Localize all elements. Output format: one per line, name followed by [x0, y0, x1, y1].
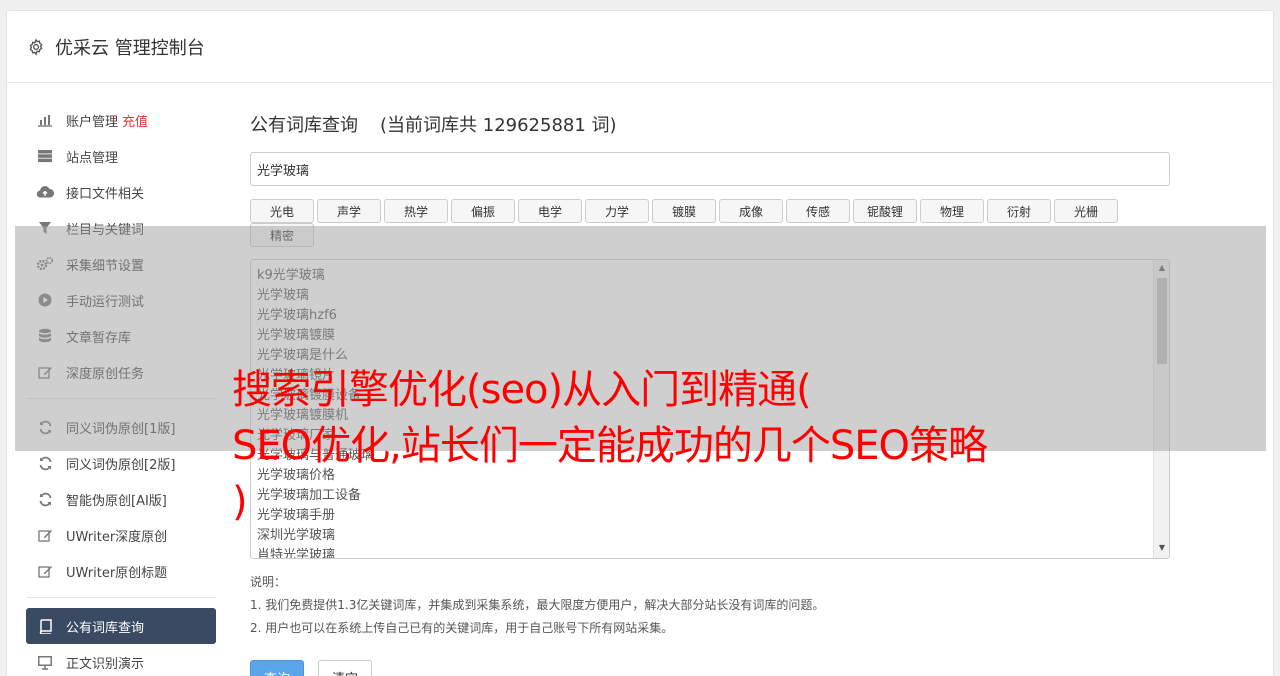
refresh-icon — [36, 490, 54, 508]
overlay-title: 搜索引擎优化(seo)从入门到精通( SEO优化,站长们一定能成功的几个SEO策… — [232, 362, 1072, 530]
sidebar-item-interface[interactable]: 接口文件相关 — [26, 174, 216, 210]
sidebar-item-label: 公有词库查询 — [66, 620, 145, 636]
sidebar-item-uwriter-deep[interactable]: UWriter深度原创 — [26, 517, 216, 553]
gear-icon — [27, 37, 45, 56]
query-button[interactable]: 查询 — [250, 660, 304, 676]
sidebar-item-label: 同义词伪原创[2版] — [66, 457, 176, 473]
sidebar-item-uwriter-title[interactable]: UWriter原创标题 — [26, 553, 216, 589]
sidebar-item-label: 智能伪原创[AI版] — [66, 493, 167, 509]
refresh-icon — [36, 454, 54, 472]
keyword-search-input[interactable] — [250, 152, 1170, 186]
sidebar-item-label: 账户管理 — [66, 114, 119, 130]
sidebar-item-text-recognition[interactable]: 正文识别演示 — [26, 644, 216, 676]
bar-chart-icon — [36, 111, 54, 129]
tag-button[interactable]: 传感 — [786, 199, 850, 223]
tag-button[interactable]: 力学 — [585, 199, 649, 223]
cloud-upload-icon — [36, 183, 54, 201]
sidebar-divider — [26, 597, 216, 598]
book-icon — [36, 617, 54, 635]
tag-button[interactable]: 声学 — [317, 199, 381, 223]
scroll-down-arrow-icon[interactable]: ▼ — [1157, 543, 1167, 555]
notes-line: 1. 我们免费提供1.3亿关键词库，并集成到采集系统，最大限度方便用户，解决大部… — [250, 598, 825, 612]
header: 优采云 管理控制台 — [7, 11, 1273, 83]
monitor-icon — [36, 653, 54, 671]
console-title: 优采云 管理控制台 — [55, 37, 205, 59]
sidebar-item-public-lexicon[interactable]: 公有词库查询 — [26, 608, 216, 644]
tag-button[interactable]: 光电 — [250, 199, 314, 223]
clear-button[interactable]: 清空 — [318, 660, 372, 676]
page-title: 公有词库查询 (当前词库共 129625881 词) — [250, 115, 617, 136]
sidebar-item-ai-rewrite[interactable]: 智能伪原创[AI版] — [26, 481, 216, 517]
edit-icon — [36, 562, 54, 580]
notes-heading: 说明： — [250, 575, 287, 589]
server-icon — [36, 147, 54, 165]
sidebar-item-sites[interactable]: 站点管理 — [26, 138, 216, 174]
sidebar-item-label: UWriter深度原创 — [66, 529, 168, 545]
overlay-line: 搜索引擎优化(seo)从入门到精通( — [232, 367, 812, 413]
overlay-line: SEO优化,站长们一定能成功的几个SEO策略 — [232, 423, 988, 469]
sidebar-item-account[interactable]: 账户管理 充值 — [26, 102, 216, 138]
notes-line: 2. 用户也可以在系统上传自己已有的关键词库，用于自己账号下所有网站采集。 — [250, 621, 674, 635]
action-buttons: 查询 清空 — [250, 660, 1170, 676]
tag-button[interactable]: 偏振 — [451, 199, 515, 223]
tag-button[interactable]: 电学 — [518, 199, 582, 223]
list-item[interactable]: 肖特光学玻璃 — [257, 546, 1163, 558]
overlay-line: ) — [232, 479, 248, 525]
lexicon-count: (当前词库共 129625881 词) — [380, 115, 617, 136]
tag-button[interactable]: 镀膜 — [652, 199, 716, 223]
sidebar-item-label: 正文识别演示 — [66, 656, 145, 672]
edit-icon — [36, 526, 54, 544]
recharge-link[interactable]: 充值 — [122, 111, 148, 130]
sidebar-item-label: 接口文件相关 — [66, 186, 145, 202]
sidebar-item-label: 站点管理 — [66, 150, 119, 166]
tag-button[interactable]: 热学 — [384, 199, 448, 223]
tag-button[interactable]: 衍射 — [987, 199, 1051, 223]
sidebar-item-label: UWriter原创标题 — [66, 565, 168, 581]
tag-button[interactable]: 成像 — [719, 199, 783, 223]
tag-button[interactable]: 光栅 — [1054, 199, 1118, 223]
tag-button[interactable]: 物理 — [920, 199, 984, 223]
tag-button[interactable]: 铌酸锂 — [853, 199, 917, 223]
notes: 说明： 1. 我们免费提供1.3亿关键词库，并集成到采集系统，最大限度方便用户，… — [250, 571, 1170, 640]
